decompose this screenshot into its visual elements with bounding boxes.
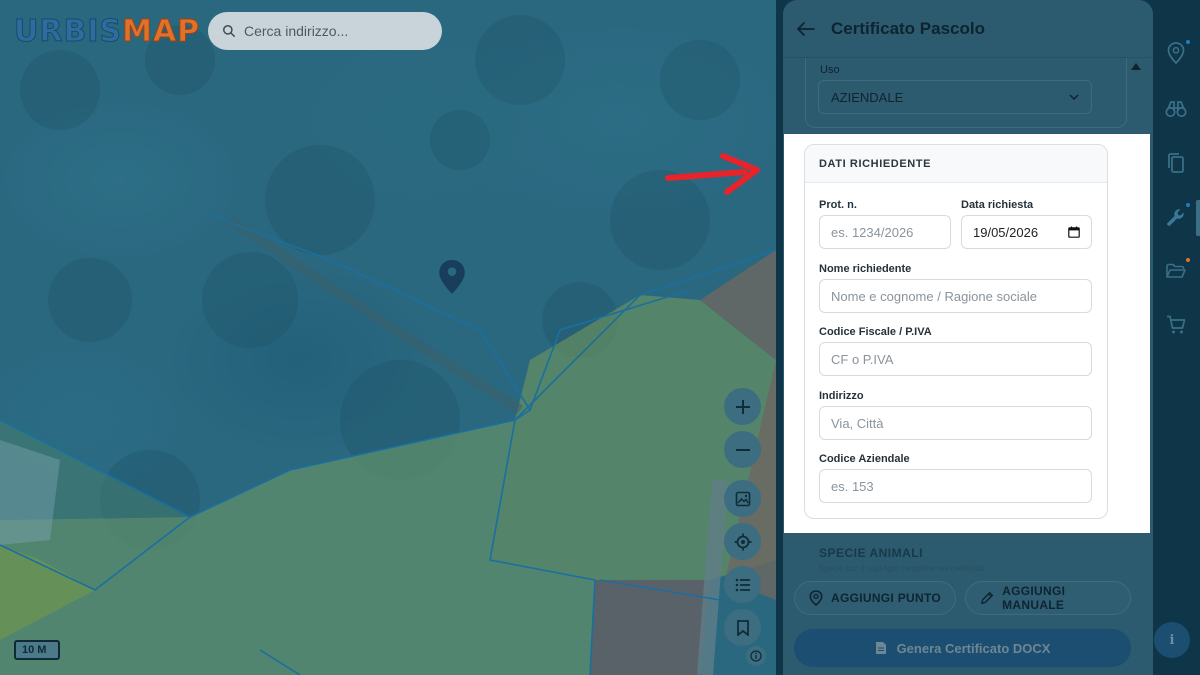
rail-item-explore[interactable]	[1161, 94, 1191, 124]
species-subtitle: Specie con il capi ogni campione nel cer…	[819, 564, 985, 573]
action-row: AGGIUNGI PUNTO AGGIUNGI MANUALE	[794, 581, 1131, 615]
prot-input[interactable]	[831, 224, 939, 240]
calendar-icon[interactable]	[1068, 226, 1080, 238]
indirizzo-field[interactable]	[819, 406, 1092, 440]
uso-label: Uso	[820, 64, 840, 76]
requester-heading: DATI RICHIEDENTE	[805, 145, 1107, 183]
map-pin-icon	[809, 590, 823, 606]
highlight-region: DATI RICHIEDENTE Prot. n. Data richiesta…	[784, 134, 1150, 533]
layers-list-button[interactable]	[724, 566, 761, 603]
requester-card: DATI RICHIEDENTE Prot. n. Data richiesta…	[804, 144, 1108, 519]
document-icon	[875, 642, 886, 654]
map-scale: 10 M	[14, 640, 60, 660]
list-icon	[735, 578, 750, 591]
binoculars-icon	[1165, 101, 1187, 118]
date-label: Data richiesta	[961, 199, 1034, 211]
map-attribution-button[interactable]	[746, 646, 766, 666]
add-manual-button[interactable]: AGGIUNGI MANUALE	[965, 581, 1131, 615]
date-field[interactable]: 19/05/2026	[961, 215, 1092, 249]
map-view[interactable]: URBISMAP 10 M	[0, 0, 776, 675]
zoom-in-icon	[735, 399, 750, 414]
panel-title: Certificato Pascolo	[831, 18, 985, 38]
prot-field[interactable]	[819, 215, 951, 249]
zoom-in-button[interactable]	[724, 388, 761, 425]
wrench-icon	[1167, 209, 1184, 226]
annotation-arrow	[665, 153, 760, 195]
info-button[interactable]: i	[1154, 622, 1190, 658]
cart-icon	[1167, 315, 1186, 334]
panel-header: Certificato Pascolo	[783, 0, 1153, 58]
info-icon	[750, 650, 762, 662]
rail-active-indicator	[1196, 200, 1200, 236]
folder-icon	[1166, 263, 1186, 278]
scroll-up-arrow[interactable]	[1131, 63, 1141, 70]
add-point-button[interactable]: AGGIUNGI PUNTO	[794, 581, 956, 615]
indirizzo-input[interactable]	[831, 415, 1080, 431]
prot-label: Prot. n.	[819, 199, 857, 211]
species-section: SPECIE ANIMALI Specie con il capi ogni c…	[805, 538, 1107, 574]
codice-label: Codice Aziendale	[819, 453, 910, 465]
documents-icon	[1168, 153, 1184, 173]
search-icon	[223, 25, 235, 37]
rail-item-cart[interactable]	[1161, 310, 1191, 340]
uso-select[interactable]: AZIENDALE	[818, 80, 1092, 114]
address-search[interactable]	[208, 12, 442, 50]
locate-button[interactable]	[724, 523, 761, 560]
date-value: 19/05/2026	[973, 224, 1039, 240]
image-icon	[735, 491, 750, 506]
cf-field[interactable]	[819, 342, 1092, 376]
species-title: SPECIE ANIMALI	[819, 546, 923, 560]
bookmark-icon	[736, 619, 749, 636]
map-controls	[724, 388, 761, 646]
indirizzo-label: Indirizzo	[819, 390, 864, 402]
codice-input[interactable]	[831, 478, 1080, 494]
locate-icon	[734, 533, 751, 550]
pencil-icon	[981, 591, 994, 605]
right-rail	[1153, 0, 1200, 675]
imagery-button[interactable]	[724, 480, 761, 517]
bookmark-button[interactable]	[724, 609, 761, 646]
zoom-out-icon	[735, 448, 750, 451]
nome-field[interactable]	[819, 279, 1092, 313]
map-marker-icon[interactable]	[439, 260, 465, 294]
map-overlay	[0, 15, 776, 675]
codice-field[interactable]	[819, 469, 1092, 503]
cf-input[interactable]	[831, 351, 1080, 367]
zoom-out-button[interactable]	[724, 431, 761, 468]
nome-label: Nome richiedente	[819, 263, 912, 275]
chevron-down-icon	[1069, 94, 1079, 100]
generate-certificate-button[interactable]: Genera Certificato DOCX	[794, 629, 1131, 667]
address-search-input[interactable]	[244, 23, 424, 39]
nome-input[interactable]	[831, 288, 1080, 304]
rail-item-documents[interactable]	[1161, 148, 1191, 178]
uso-section: Uso AZIENDALE	[805, 58, 1127, 128]
map-pin-icon	[1167, 42, 1185, 64]
back-arrow-icon[interactable]	[797, 21, 815, 36]
app-logo: URBISMAP	[13, 14, 201, 50]
cf-label: Codice Fiscale / P.IVA	[819, 326, 932, 338]
